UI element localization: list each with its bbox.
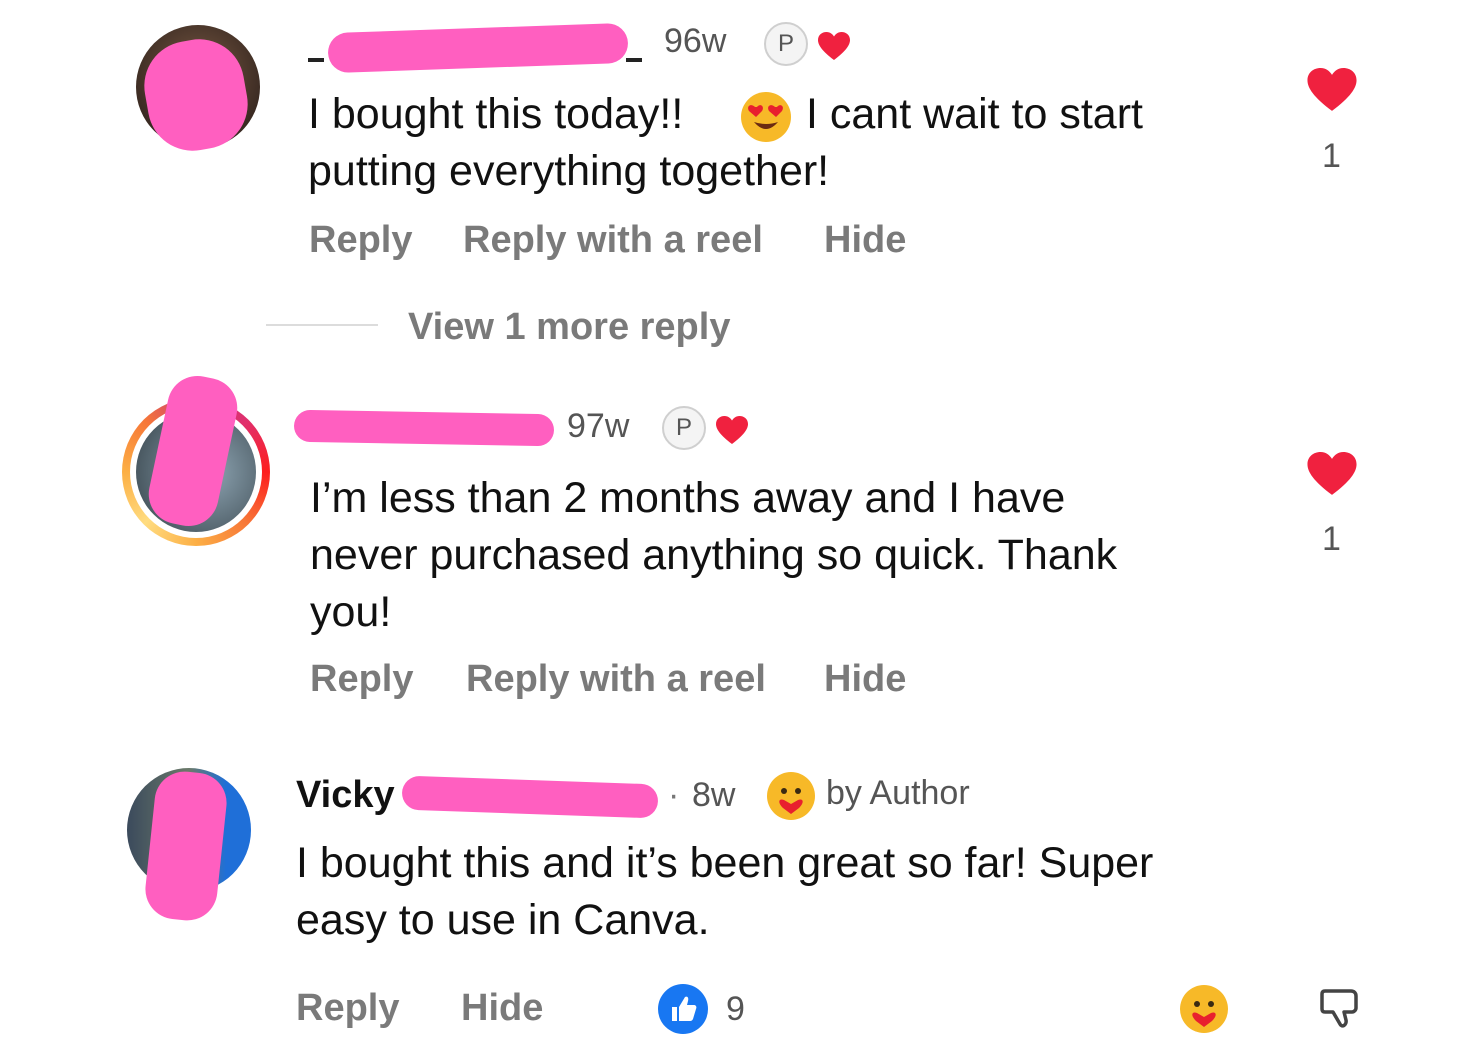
reply-button[interactable]: Reply [310,658,413,701]
username-redaction [401,775,659,819]
timestamp: 97w [567,407,630,445]
username-redaction [293,409,555,447]
view-more-replies-link[interactable]: View 1 more reply [408,306,730,349]
username-underscore [308,58,324,62]
comment-text: never purchased anything so quick. Thank [310,531,1118,579]
comment-text: I cant wait to start [806,90,1143,138]
care-emoji-icon[interactable] [1180,985,1228,1033]
timestamp: 96w [664,22,727,60]
author-name[interactable]: Vicky [296,774,395,817]
timestamp: 8w [692,776,736,814]
like-count: 1 [1322,137,1341,175]
heart-icon[interactable] [1307,452,1357,498]
hide-button[interactable]: Hide [824,219,906,262]
separator-dot: · [668,776,680,814]
badge-p: P [662,406,706,450]
comment-text: I bought this today!! [308,90,684,138]
like-count: 1 [1322,520,1341,558]
username-underscore [626,58,642,62]
comment-text: easy to use in Canva. [296,896,710,944]
username-redaction [327,22,629,74]
author-tag: by Author [826,774,970,812]
thumbs-up-icon[interactable] [658,984,708,1034]
comment-text: putting everything together! [308,147,830,195]
heart-icon [818,32,850,60]
hide-button[interactable]: Hide [461,987,543,1030]
comment-text: I’m less than 2 months away and I have [310,474,1066,522]
reaction-count: 9 [726,990,745,1028]
thumbs-down-icon[interactable] [1316,983,1364,1031]
care-emoji-icon [767,772,815,820]
reply-button[interactable]: Reply [296,987,399,1030]
reply-with-reel-button[interactable]: Reply with a reel [463,219,763,262]
avatar-redaction [142,768,230,924]
reply-with-reel-button[interactable]: Reply with a reel [466,658,766,701]
heart-icon [716,416,748,444]
comment-text: I bought this and it’s been great so far… [296,839,1154,887]
heart-icon[interactable] [1307,68,1357,114]
hide-button[interactable]: Hide [824,658,906,701]
reply-button[interactable]: Reply [309,219,412,262]
comment-text: you! [310,588,392,636]
badge-p: P [764,22,808,66]
love-eyes-emoji-icon [741,92,791,142]
divider [266,324,378,326]
